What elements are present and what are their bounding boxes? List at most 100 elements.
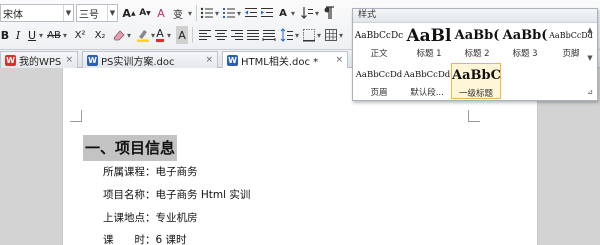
- table-icon: [325, 29, 337, 41]
- grow-font-button[interactable]: A ▲: [122, 4, 136, 22]
- style-name: 正文: [370, 49, 388, 59]
- bold-button[interactable]: B: [0, 26, 10, 44]
- char-shading-label: A: [178, 28, 186, 42]
- close-icon[interactable]: ×: [335, 55, 343, 65]
- tab-ps-training-plan[interactable]: W PS实训方案.doc ×: [82, 51, 218, 68]
- style-default-paragraph[interactable]: AaBbCcDd 默认段...: [402, 63, 452, 99]
- chevron-down-icon[interactable]: ▾: [186, 4, 194, 22]
- style-sample: AaBl: [406, 26, 452, 46]
- superscript-label: X²: [74, 29, 86, 41]
- phonetic-guide-button[interactable]: 变: [170, 4, 186, 22]
- italic-label: I: [15, 28, 21, 42]
- doc-line-course[interactable]: 所属课程：电子商务: [103, 164, 198, 179]
- align-left-icon: [199, 30, 211, 40]
- scroll-down-icon[interactable]: ▼: [585, 53, 595, 63]
- chevron-down-icon[interactable]: ▾: [166, 26, 172, 44]
- scroll-up-icon[interactable]: ▲: [585, 25, 595, 35]
- bullet-list-icon: [200, 7, 213, 19]
- close-icon[interactable]: ×: [205, 55, 213, 65]
- chevron-down-icon[interactable]: ▾: [38, 26, 44, 44]
- style-sample: AaBbCcDd: [403, 70, 451, 80]
- clear-format-button[interactable]: A: [154, 4, 168, 22]
- style-sample: AaBb(: [454, 28, 500, 43]
- shrink-font-label: A: [139, 8, 147, 18]
- decrease-indent-button[interactable]: [244, 4, 258, 22]
- chevron-down-icon[interactable]: ▾: [316, 26, 322, 44]
- strike-label: AB: [47, 29, 61, 41]
- tab-my-wps[interactable]: W 我的WPS ×: [0, 51, 78, 68]
- italic-button[interactable]: I: [13, 26, 23, 44]
- align-right-icon: [231, 30, 243, 40]
- subscript-label: X₂: [94, 29, 106, 41]
- wps-logo-icon: W: [5, 54, 16, 66]
- decrease-indent-icon: [245, 8, 257, 17]
- increase-indent-button[interactable]: [260, 4, 274, 22]
- align-left-button[interactable]: [198, 26, 212, 44]
- justify-icon: [247, 30, 259, 40]
- style-sample: AaBbCcDc: [354, 31, 404, 41]
- chevron-down-icon[interactable]: ▾: [126, 26, 132, 44]
- tab-label: HTML相关.doc *: [241, 56, 319, 68]
- eraser-icon: [113, 30, 125, 41]
- doc-line-hours[interactable]: 课 时：6 课时: [103, 232, 187, 245]
- style-level-1-heading[interactable]: AaBbC 一级标题: [451, 63, 501, 99]
- char-shading-button[interactable]: A: [176, 26, 188, 44]
- align-center-button[interactable]: [214, 26, 228, 44]
- chevron-down-icon[interactable]: ▾: [338, 26, 344, 44]
- line-spacing-icon: [280, 28, 293, 42]
- line-spacing-button[interactable]: [280, 26, 294, 44]
- table-button[interactable]: [324, 26, 338, 44]
- style-sample: AaBb(: [502, 28, 548, 43]
- section-heading[interactable]: 一、项目信息: [83, 135, 178, 161]
- shrink-font-button[interactable]: A ▼: [138, 4, 152, 22]
- style-name: 标题 3: [512, 49, 538, 59]
- highlight-color-button[interactable]: [136, 26, 150, 44]
- bold-label: B: [0, 28, 10, 42]
- strikethrough-button[interactable]: AB: [46, 26, 62, 44]
- chevron-down-icon[interactable]: ▾: [294, 26, 300, 44]
- font-color-button[interactable]: A: [154, 26, 166, 44]
- separator: [196, 5, 197, 21]
- text-direction-button[interactable]: A: [276, 4, 290, 22]
- subscript-button[interactable]: X₂: [92, 26, 108, 44]
- close-icon[interactable]: ×: [65, 55, 73, 65]
- distributed-button[interactable]: [262, 26, 276, 44]
- numbered-list-button[interactable]: [222, 4, 236, 22]
- style-heading-2[interactable]: AaBb( 标题 2: [452, 24, 502, 60]
- distributed-icon: [262, 30, 276, 41]
- eraser-button[interactable]: [112, 26, 126, 44]
- font-size-combo[interactable]: 三号 ▼: [76, 4, 118, 22]
- expand-gallery-icon[interactable]: ⊿: [585, 87, 595, 97]
- chevron-down-icon[interactable]: ▾: [314, 4, 320, 22]
- align-right-button[interactable]: [230, 26, 244, 44]
- justify-button[interactable]: [246, 26, 260, 44]
- style-name: 标题 1: [416, 49, 442, 59]
- tab-label: 我的WPS: [19, 56, 62, 68]
- grow-font-label: A: [122, 6, 131, 20]
- chevron-down-icon[interactable]: ▾: [214, 4, 220, 22]
- chevron-down-icon[interactable]: ▾: [62, 26, 68, 44]
- show-marks-button[interactable]: [322, 4, 336, 22]
- chevron-down-icon[interactable]: ▼: [63, 5, 73, 21]
- style-normal[interactable]: AaBbCcDc 正文: [354, 24, 404, 60]
- sort-button[interactable]: [300, 4, 314, 22]
- style-header[interactable]: AaBbCcDd 页眉: [354, 63, 404, 99]
- font-name-combo[interactable]: 宋体 ▼: [0, 4, 74, 22]
- doc-line-project-name[interactable]: 项目名称：电子商务 Html 实训: [103, 187, 250, 202]
- superscript-button[interactable]: X²: [72, 26, 88, 44]
- style-name: 默认段...: [410, 88, 444, 98]
- tab-html-related[interactable]: W HTML相关.doc * ×: [222, 51, 348, 68]
- styles-grid: AaBbCcDc 正文 AaBl 标题 1 AaBb( 标题 2 AaBb( 标…: [353, 23, 597, 101]
- chevron-down-icon[interactable]: ▾: [290, 4, 296, 22]
- bullet-list-button[interactable]: [200, 4, 214, 22]
- underline-button[interactable]: U: [26, 26, 38, 44]
- style-heading-3[interactable]: AaBb( 标题 3: [500, 24, 550, 60]
- chevron-down-icon[interactable]: ▾: [236, 4, 242, 22]
- underline-label: U: [27, 28, 37, 42]
- style-heading-1[interactable]: AaBl 标题 1: [404, 24, 454, 60]
- doc-line-location[interactable]: 上课地点：专业机房: [103, 210, 198, 225]
- chevron-down-icon[interactable]: ▼: [107, 5, 117, 21]
- separator: [192, 27, 193, 43]
- borders-button[interactable]: [302, 26, 316, 44]
- wps-writer-window: 宋体 ▼ 三号 ▼ A ▲ A ▼ A 变 ▾ ▾ ▾ A ▾ ▾ B I U …: [0, 0, 600, 245]
